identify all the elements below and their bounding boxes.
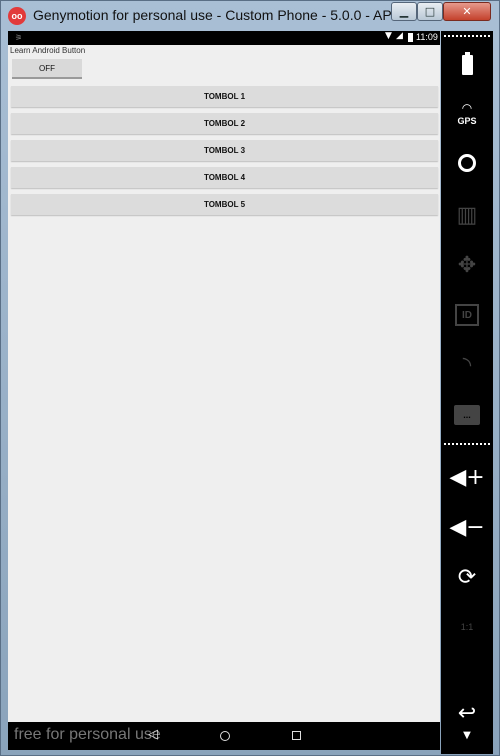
gps-icon: ◠ [461, 101, 473, 115]
close-icon: ✕ [462, 5, 472, 18]
window-title: Genymotion for personal use - Custom Pho… [33, 7, 431, 23]
genymotion-logo-icon: oo [8, 7, 26, 25]
wifi-icon: ▼ [385, 31, 392, 41]
phone-screen: ⚞ ▼ ◢ 11:09 Learn Android Button OFF TOM… [8, 31, 440, 722]
webcam-widget-button[interactable] [441, 145, 493, 181]
watermark-text: free for personal use [14, 726, 161, 743]
tombol-3-button[interactable]: TOMBOL 3 [11, 140, 438, 161]
back-icon: ↩ [457, 700, 477, 726]
battery-icon [461, 52, 473, 75]
title-bar[interactable]: oo Genymotion for personal use - Custom … [1, 1, 499, 31]
pixel-perfect-button[interactable]: 1:1 [441, 609, 493, 645]
battery-icon [408, 33, 413, 42]
nav-recents-button[interactable] [292, 731, 301, 740]
volume-down-button[interactable]: ◀− [441, 509, 493, 545]
tombol-5-button[interactable]: TOMBOL 5 [11, 194, 438, 215]
sms-icon: ... [454, 405, 480, 425]
battery-widget-button[interactable] [441, 47, 493, 83]
network-widget-button[interactable]: ◝ [441, 347, 493, 383]
tombol-1-button[interactable]: TOMBOL 1 [11, 86, 438, 107]
button-list: TOMBOL 1 TOMBOL 2 TOMBOL 3 TOMBOL 4 TOMB… [11, 86, 438, 221]
nav-back-button[interactable]: ◁ [148, 727, 158, 742]
notification-icon: ⚞ [15, 33, 23, 42]
gps-widget-button[interactable]: ◠ GPS [441, 97, 493, 133]
sms-label: ... [463, 410, 471, 420]
capture-widget-button[interactable]: ▥ [441, 197, 493, 233]
divider [444, 443, 490, 445]
android-nav-bar: free for personal use ◁ [8, 722, 440, 750]
app-title: Learn Android Button [10, 46, 86, 55]
emulator-side-panel: ◠ GPS ▥ ✥ ID ◝ ... ◀+ ◀− ⟳ 1:1 ↩ ▼ [441, 31, 493, 754]
dpad-widget-button[interactable]: ✥ [441, 247, 493, 283]
id-icon: ID [455, 304, 479, 326]
sms-widget-button[interactable]: ... [441, 397, 493, 433]
menu-down-icon: ▼ [463, 729, 471, 741]
menu-button[interactable]: ▼ [441, 724, 493, 746]
tombol-2-button[interactable]: TOMBOL 2 [11, 113, 438, 134]
nav-home-button[interactable] [220, 731, 230, 741]
android-status-bar: ⚞ ▼ ◢ 11:09 [8, 31, 440, 45]
rotate-button[interactable]: ⟳ [441, 559, 493, 595]
dpad-icon: ✥ [457, 252, 477, 278]
status-time: 11:09 [416, 32, 438, 42]
id-widget-button[interactable]: ID [441, 297, 493, 333]
id-label: ID [462, 309, 472, 321]
webcam-icon [458, 154, 476, 172]
pixel-perfect-icon: 1:1 [460, 622, 474, 632]
tombol-4-button[interactable]: TOMBOL 4 [11, 167, 438, 188]
volume-down-icon: ◀− [449, 514, 485, 540]
toggle-button[interactable]: OFF [12, 59, 82, 79]
rotate-icon: ⟳ [457, 564, 477, 590]
capture-icon: ▥ [456, 202, 478, 228]
volume-up-button[interactable]: ◀+ [441, 459, 493, 495]
minimize-button[interactable]: ▁ [391, 2, 417, 21]
volume-up-icon: ◀+ [449, 464, 485, 490]
close-button[interactable]: ✕ [443, 2, 491, 21]
divider [444, 35, 490, 37]
rss-icon: ◝ [462, 352, 472, 378]
minimize-icon: ▁ [399, 5, 409, 18]
maximize-icon: □ [424, 5, 436, 18]
maximize-button[interactable]: □ [417, 2, 443, 21]
gps-label: GPS [457, 116, 477, 126]
signal-icon: ◢ [396, 31, 403, 41]
